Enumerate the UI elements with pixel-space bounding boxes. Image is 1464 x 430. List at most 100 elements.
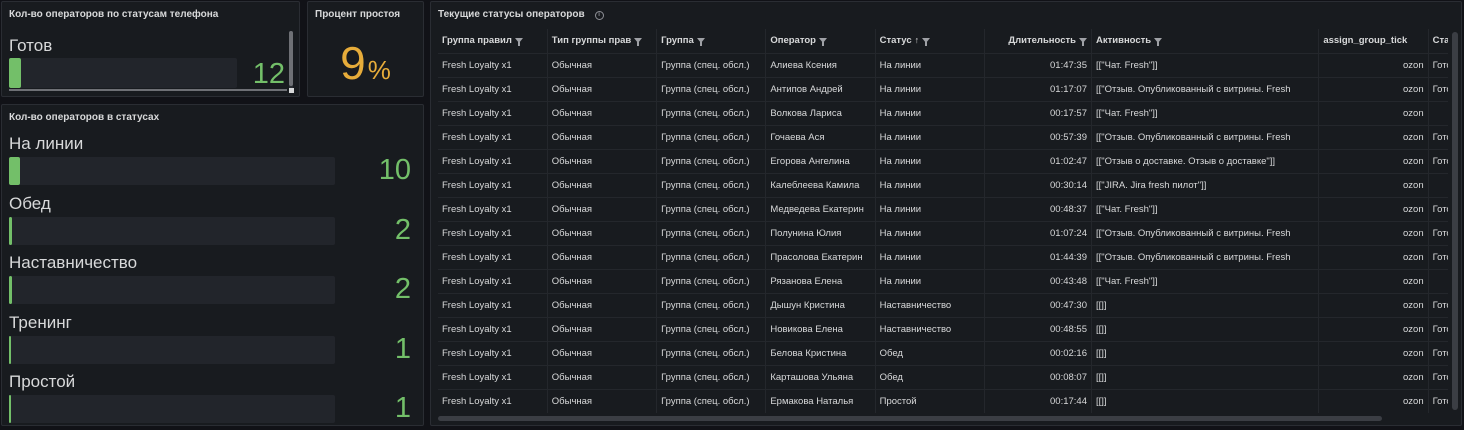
table-horizontal-scrollbar[interactable] xyxy=(438,416,1382,421)
gauge-bar xyxy=(9,335,335,364)
gauge-value: 2 xyxy=(394,273,411,305)
table-row[interactable]: Fresh Loyalty x1 Обычная Группа (спец. обс… xyxy=(438,197,1448,222)
vertical-scrollbar[interactable] xyxy=(289,31,293,91)
table-row[interactable]: Fresh Loyalty x1 Обычная Группа (спец. обс… xyxy=(438,389,1448,413)
table-cell: Обед xyxy=(875,341,985,366)
info-icon[interactable]: i xyxy=(594,11,604,20)
table-cell: ozon xyxy=(1318,149,1429,174)
table-cell: ozon xyxy=(1318,269,1429,294)
table-cell: 01:02:47 xyxy=(984,149,1093,174)
table-cell: Обычная xyxy=(547,101,658,126)
table-cell: Готов xyxy=(1428,149,1448,174)
table-cell: Обычная xyxy=(547,341,658,366)
table-row[interactable]: Fresh Loyalty x1 Обычная Группа (спец. обс… xyxy=(438,269,1448,294)
table-row[interactable]: Fresh Loyalty x1 Обычная Группа (спец. обс… xyxy=(438,125,1448,150)
table-row[interactable]: Fresh Loyalty x1 Обычная Группа (спец. обс… xyxy=(438,173,1448,198)
column-header[interactable]: Группа xyxy=(656,29,767,54)
scrollbar-thumb[interactable] xyxy=(289,31,293,86)
gauge-value: 2 xyxy=(394,213,411,246)
table-row[interactable]: Fresh Loyalty x1 Обычная Группа (спец. обс… xyxy=(438,317,1448,342)
column-header[interactable]: Группа правил xyxy=(438,29,548,54)
filter-icon[interactable] xyxy=(634,38,643,47)
filter-icon[interactable] xyxy=(696,38,705,47)
table-row[interactable]: Fresh Loyalty x1 Обычная Группа (спец. обс… xyxy=(438,365,1448,390)
table-cell: Группа (спец. обсл.) xyxy=(656,125,767,150)
column-header-label: Длительность xyxy=(1008,35,1076,47)
filter-icon[interactable] xyxy=(818,38,827,47)
horizontal-scrollbar[interactable] xyxy=(9,89,287,91)
table-cell: Обычная xyxy=(547,197,658,222)
table-cell: Группа (спец. обсл.) xyxy=(656,173,767,198)
column-header[interactable]: Оператор xyxy=(765,29,876,54)
table-row[interactable]: Fresh Loyalty x1 Обычная Группа (спец. обс… xyxy=(438,149,1448,174)
table-cell: 00:48:55 xyxy=(984,317,1093,342)
table-cell: 00:17:44 xyxy=(984,389,1093,413)
table-cell: Обычная xyxy=(547,317,658,342)
table-cell: ozon xyxy=(1318,221,1429,246)
column-header[interactable]: assign_group_tick xyxy=(1318,29,1429,54)
table-row[interactable]: Fresh Loyalty x1 Обычная Группа (спец. обс… xyxy=(438,245,1448,270)
table-cell: [[]] xyxy=(1091,293,1320,318)
table-cell: Простой xyxy=(875,389,985,413)
gauge-value: 1 xyxy=(394,332,411,365)
table-cell: Обычная xyxy=(547,245,658,270)
table-cell: Полунина Юлия xyxy=(765,221,876,246)
table-cell: Fresh Loyalty x1 xyxy=(438,317,548,342)
table-vertical-scrollbar[interactable] xyxy=(1452,32,1458,410)
table-cell: Группа (спец. обсл.) xyxy=(656,149,767,174)
table-row[interactable]: Fresh Loyalty x1 Обычная Группа (спец. обс… xyxy=(438,221,1448,246)
gauge-label: Обед xyxy=(9,193,51,213)
table-cell: [[]] xyxy=(1091,341,1320,366)
gauge-bar-fill xyxy=(9,276,12,304)
table-cell: Волкова Лариса xyxy=(765,101,876,126)
table-cell: Fresh Loyalty x1 xyxy=(438,389,548,413)
table-cell: Группа (спец. обсл.) xyxy=(656,293,767,318)
column-header[interactable]: Тип группы прав xyxy=(547,29,658,54)
gauge-label: Тренинг xyxy=(9,312,72,332)
table-cell: ozon xyxy=(1318,77,1429,102)
table-cell: Группа (спец. обсл.) xyxy=(656,53,767,78)
table-cell: Готов xyxy=(1428,389,1448,413)
table-row[interactable]: Fresh Loyalty x1 Обычная Группа (спец. обс… xyxy=(438,53,1448,78)
column-header[interactable]: Длительность xyxy=(984,29,1093,54)
table-cell: Fresh Loyalty x1 xyxy=(438,125,548,150)
table-cell: На линии xyxy=(875,77,985,102)
gauge-bar-fill xyxy=(9,335,11,364)
filter-icon[interactable] xyxy=(1154,38,1163,47)
table-cell: Готов xyxy=(1428,77,1448,102)
table-cell: Fresh Loyalty x1 xyxy=(438,173,548,198)
table-cell: [["Чат. Fresh"]] xyxy=(1091,197,1320,222)
gauge-label: Готов xyxy=(9,36,53,55)
idle-panel-title: Процент простоя xyxy=(315,9,401,20)
filter-icon[interactable] xyxy=(922,38,931,47)
table-row[interactable]: Fresh Loyalty x1 Обычная Группа (спец. обс… xyxy=(438,77,1448,102)
table-cell: Готов xyxy=(1428,317,1448,342)
filter-icon[interactable] xyxy=(1079,38,1087,47)
table-cell: 00:47:30 xyxy=(984,293,1093,318)
table-cell: 01:07:24 xyxy=(984,221,1093,246)
table-row[interactable]: Fresh Loyalty x1 Обычная Группа (спец. обс… xyxy=(438,293,1448,318)
table-cell xyxy=(1428,101,1448,126)
table-cell: Наставничество xyxy=(875,293,985,318)
column-header[interactable]: Статус телефона xyxy=(1428,29,1448,54)
gauge-bar-fill xyxy=(9,157,20,185)
column-header[interactable]: Активность xyxy=(1091,29,1320,54)
table-row[interactable]: Fresh Loyalty x1 Обычная Группа (спец. обс… xyxy=(438,341,1448,366)
scrollbar-thumb[interactable] xyxy=(1452,32,1458,410)
sort-ascending-icon[interactable]: ↑ xyxy=(915,35,920,45)
filter-icon[interactable] xyxy=(514,38,523,47)
table-cell: [["Чат. Fresh"]] xyxy=(1091,269,1320,294)
table-cell: Егорова Ангелина xyxy=(765,149,876,174)
table-cell: Обычная xyxy=(547,365,658,390)
column-header[interactable]: Статус ↑ xyxy=(875,29,985,54)
table-row[interactable]: Fresh Loyalty x1 Обычная Группа (спец. обс… xyxy=(438,101,1448,126)
table-cell: Новикова Елена xyxy=(765,317,876,342)
table-header-row: Группа правил Тип группы прав Группа Операт… xyxy=(438,29,1448,54)
table-cell: Готов xyxy=(1428,293,1448,318)
table-cell: ozon xyxy=(1318,245,1429,270)
table-cell: 00:02:16 xyxy=(984,341,1093,366)
table-panel-title-text: Текущие статусы операторов xyxy=(438,9,585,20)
table-cell: Группа (спец. обсл.) xyxy=(656,77,767,102)
table-cell: [[]] xyxy=(1091,317,1320,342)
table-cell: На линии xyxy=(875,149,985,174)
